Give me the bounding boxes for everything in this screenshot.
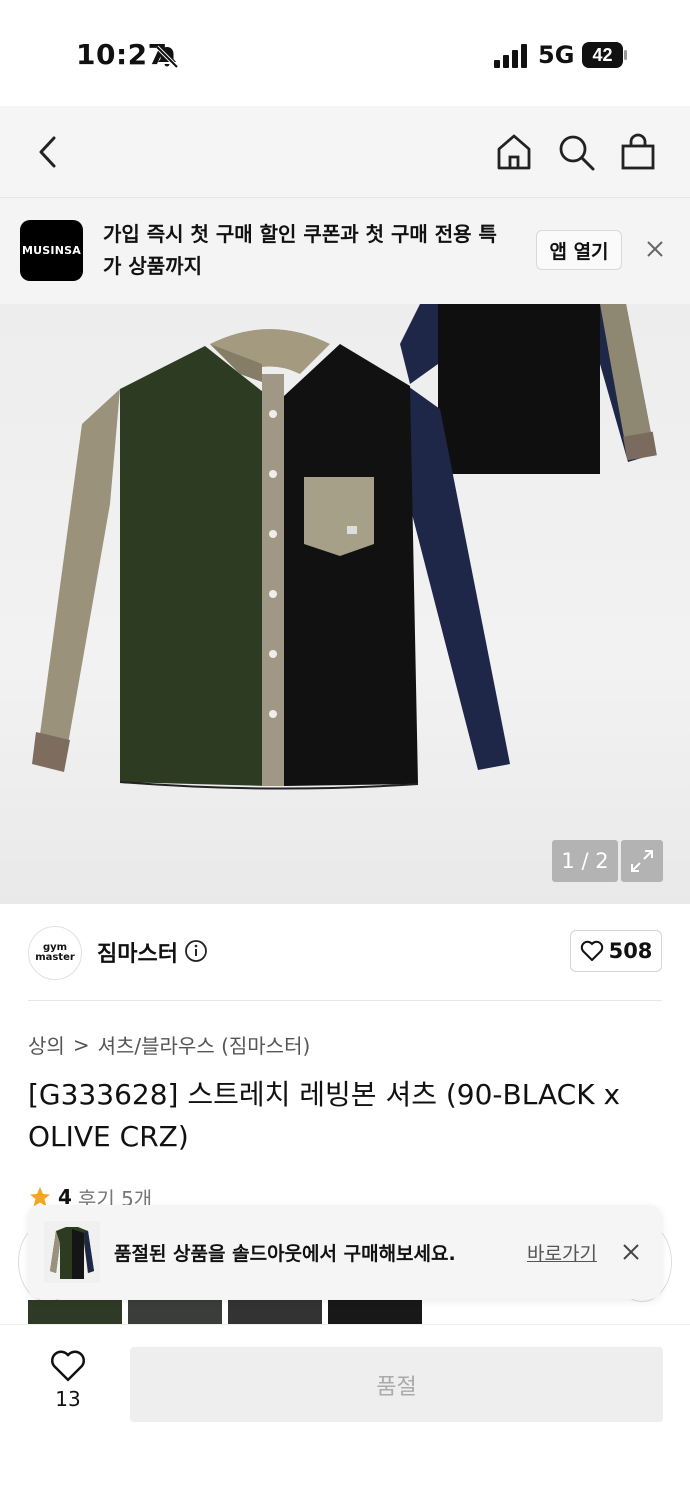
- search-icon[interactable]: [556, 132, 596, 172]
- brand-logo[interactable]: gym master: [28, 926, 82, 980]
- brand-name[interactable]: 짐마스터: [97, 936, 178, 968]
- toast-shortcut-link[interactable]: 바로가기: [527, 1239, 597, 1266]
- brand-logo-line2: master: [35, 952, 75, 963]
- status-bar: 10:27 5G 42: [0, 0, 690, 106]
- banner-message: 가입 즉시 첫 구매 할인 쿠폰과 첫 구매 전용 특가 상품까지: [103, 222, 497, 278]
- shopping-bag-icon[interactable]: [618, 132, 658, 172]
- signal-icon: [494, 44, 527, 68]
- info-icon[interactable]: [184, 939, 208, 963]
- battery-icon: 42: [582, 42, 627, 68]
- expand-button[interactable]: [621, 840, 663, 882]
- app-install-banner: MUSINSA 가입 즉시 첫 구매 할인 쿠폰과 첫 구매 전용 특가 상품까…: [0, 198, 690, 304]
- bottom-bar: 13 품절: [0, 1324, 690, 1500]
- thumbnail[interactable]: [128, 1300, 222, 1326]
- network-label: 5G: [538, 41, 575, 69]
- brand-like-button[interactable]: 508: [570, 930, 662, 972]
- product-image: [32, 304, 657, 790]
- brand-like-count: 508: [608, 939, 653, 963]
- wishlist-count: 13: [55, 1387, 81, 1411]
- soldout-toast: 품절된 상품을 솔드아웃에서 구매해보세요. 바로가기: [28, 1205, 662, 1299]
- divider: [28, 1000, 662, 1001]
- close-icon[interactable]: [642, 236, 668, 262]
- heart-icon: [51, 1350, 85, 1382]
- wishlist-button[interactable]: 13: [40, 1349, 96, 1419]
- thumbnail[interactable]: [328, 1300, 422, 1326]
- brand-row: gym master 짐마스터 508: [0, 904, 690, 1000]
- breadcrumb-separator: >: [72, 1032, 90, 1057]
- product-image-gallery[interactable]: 1 / 2: [0, 304, 690, 904]
- toast-message: 품절된 상품을 솔드아웃에서 구매해보세요.: [114, 1243, 456, 1265]
- app-open-button[interactable]: 앱 열기: [536, 230, 622, 270]
- breadcrumb-subcategory[interactable]: 셔츠/블라우스 (짐마스터): [98, 1030, 311, 1059]
- breadcrumb: 상의 > 셔츠/블라우스 (짐마스터): [28, 1030, 310, 1059]
- thumbnail[interactable]: [228, 1300, 322, 1326]
- product-title: [G333628] 스트레치 레빙본 셔츠 (90-BLACK x OLIVE …: [28, 1078, 621, 1153]
- heart-icon: [580, 940, 603, 961]
- thumbnail[interactable]: [28, 1300, 122, 1326]
- toast-product-thumbnail: [44, 1221, 100, 1283]
- nav-bar: [0, 106, 690, 198]
- breadcrumb-category[interactable]: 상의: [28, 1030, 65, 1059]
- battery-level: 42: [592, 45, 612, 65]
- musinsa-logo: MUSINSA: [20, 220, 83, 281]
- close-icon[interactable]: [620, 1241, 642, 1263]
- bell-off-icon: [155, 45, 179, 69]
- thumbnail-strip: [28, 1300, 422, 1326]
- expand-icon: [631, 850, 653, 872]
- soldout-button[interactable]: 품절: [130, 1347, 663, 1422]
- home-icon[interactable]: [494, 132, 534, 172]
- back-icon[interactable]: [28, 132, 68, 172]
- image-counter: 1 / 2: [552, 840, 618, 882]
